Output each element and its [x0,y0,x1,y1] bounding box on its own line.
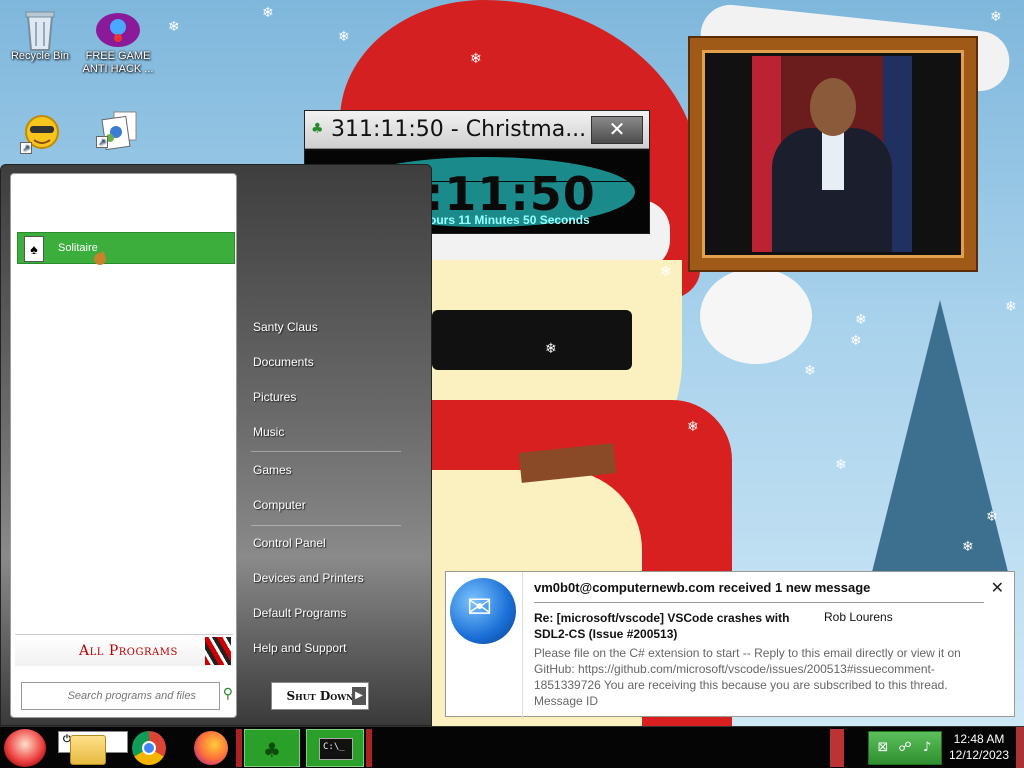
snowflake-icon: ❄ [835,457,847,473]
snowflake-icon: ❄ [990,9,1002,25]
portrait-photo [752,56,912,252]
snowflake-icon: ❄ [804,363,816,379]
snowflake-icon: ❄ [850,333,862,349]
solitaire-cards-icon: ♠ [24,236,44,262]
mail-notification-toast[interactable]: vm0b0t@computernewb.com received 1 new m… [445,571,1015,718]
sunglasses-shape [432,310,632,370]
countdown-sub-time: ours 11 Minutes 50 Seconds [429,213,590,227]
start-menu-link-help-support[interactable]: Help and Support [253,641,346,655]
start-menu-link-default-programs[interactable]: Default Programs [253,606,346,620]
notification-header-rule [534,602,984,603]
snowflake-icon: ❄ [962,539,974,555]
countdown-title-bar[interactable]: ♣ 311:11:50 - Christma... ✕ [305,111,649,149]
start-search-input[interactable] [26,687,196,705]
show-desktop-button[interactable] [1016,727,1024,768]
start-menu-separator [251,525,401,526]
taskbar-cmd-button[interactable]: C:\_ [306,729,364,767]
firefox-icon[interactable] [194,731,228,765]
snowflake-icon: ❄ [262,5,274,21]
network-icon[interactable]: ☍ [897,740,913,756]
snowflake-icon: ❄ [338,29,350,45]
thunderbird-icon [450,578,516,644]
snowflake-icon: ❄ [168,19,180,35]
photos-shortcut-icon: ↗ [96,108,137,151]
shortcut-arrow-icon: ↗ [20,142,32,154]
start-menu-item-solitaire[interactable]: ♠ Solitaire [17,232,235,267]
snowflake-icon: ❄ [1005,299,1017,315]
start-menu-link-computer[interactable]: Computer [253,498,306,512]
shortcut-arrow-icon: ↗ [96,136,108,148]
taskbar-separator [236,729,242,767]
notification-close-button[interactable]: ✕ [991,578,1004,597]
start-menu-link-music[interactable]: Music [253,425,284,439]
start-menu-link-pictures[interactable]: Pictures [253,390,296,404]
desktop-icon-photos-shortcut[interactable]: ↗ [76,108,156,151]
start-menu: ♠ Solitaire All Programs ⚲ Santy Claus D… [0,164,432,726]
chrome-center-dot [142,741,156,755]
free-game-icon [95,12,141,48]
snowflake-icon: ❄ [687,419,699,435]
start-search-box[interactable]: ⚲ [21,682,233,710]
all-programs-arrow-icon [205,637,231,665]
start-menu-separator [251,451,401,452]
network-disconnected-icon[interactable]: ⊠ [875,740,891,756]
start-menu-link-santy-claus[interactable]: Santy Claus [253,320,318,334]
countdown-close-button[interactable]: ✕ [591,116,643,144]
pompom-shape [700,268,812,364]
taskbar: ⏻ ♣ C:\_ ⊠ ☍ ♪ 12:48 AM 12/12/2023 [0,726,1024,768]
taskbar-separator [830,729,844,767]
notification-subject: Re: [microsoft/vscode] VSCode crashes wi… [534,611,790,641]
christmas-tree-icon: ♣ [263,738,281,762]
notification-header: vm0b0t@computernewb.com received 1 new m… [534,580,871,595]
snowflake-icon: ❄ [986,509,998,525]
start-menu-link-games[interactable]: Games [253,463,292,477]
pine-tree-shape [870,300,1010,580]
all-programs-button[interactable]: All Programs [15,634,233,666]
christmas-tree-icon: ♣ [311,121,324,137]
system-tray: ⊠ ☍ ♪ [868,731,942,765]
volume-icon[interactable]: ♪ [919,740,935,756]
notification-divider [522,572,523,718]
desktop-icon-recycle-bin[interactable]: Recycle Bin [0,8,80,63]
start-menu-link-control-panel[interactable]: Control Panel [253,536,326,550]
all-programs-label: All Programs [79,643,178,659]
shutdown-button[interactable]: Shut Down ▶ [271,682,369,710]
snowflake-icon: ❄ [660,264,672,280]
desktop-icon-smiley-shortcut[interactable]: ↗ [0,114,80,156]
snowflake-icon: ❄ [545,341,557,357]
clock-date: 12/12/2023 [948,748,1010,762]
taskbar-countdown-button[interactable]: ♣ [244,729,300,767]
chrome-icon[interactable] [132,731,166,765]
start-menu-link-documents[interactable]: Documents [253,355,314,369]
portrait-head [810,78,856,136]
notification-sender: Rob Lourens [824,610,893,624]
shutdown-options-arrow-icon[interactable]: ▶ [352,687,366,705]
countdown-window-title: 311:11:50 - Christma... [331,117,587,142]
notification-body: Please file on the C# extension to start… [534,646,961,708]
start-menu-programs-pane: ♠ Solitaire All Programs ⚲ [10,173,237,718]
santa-start-icon[interactable] [4,729,46,767]
taskbar-separator [366,729,372,767]
file-explorer-icon[interactable] [70,735,106,765]
taskbar-clock[interactable]: 12:48 AM 12/12/2023 [944,731,1014,763]
start-menu-item-label: Solitaire [58,242,98,254]
desktop-icon-label: FREE GAME ANTI HACK ... [82,50,154,75]
desktop-icon-free-game[interactable]: FREE GAME ANTI HACK ... [78,12,158,76]
shutdown-label: Shut Down [286,689,354,703]
smiley-shortcut-icon: ↗ [20,114,60,154]
start-menu-link-devices-printers[interactable]: Devices and Printers [253,571,364,585]
snowflake-icon: ❄ [855,312,867,328]
portrait-shirt [822,130,844,190]
photo-frame-widget[interactable] [690,38,976,270]
clock-time: 12:48 AM [953,732,1005,746]
search-icon: ⚲ [222,685,233,701]
command-prompt-label: C:\_ [323,742,345,752]
snowflake-icon: ❄ [470,51,482,67]
recycle-bin-icon [20,8,60,51]
